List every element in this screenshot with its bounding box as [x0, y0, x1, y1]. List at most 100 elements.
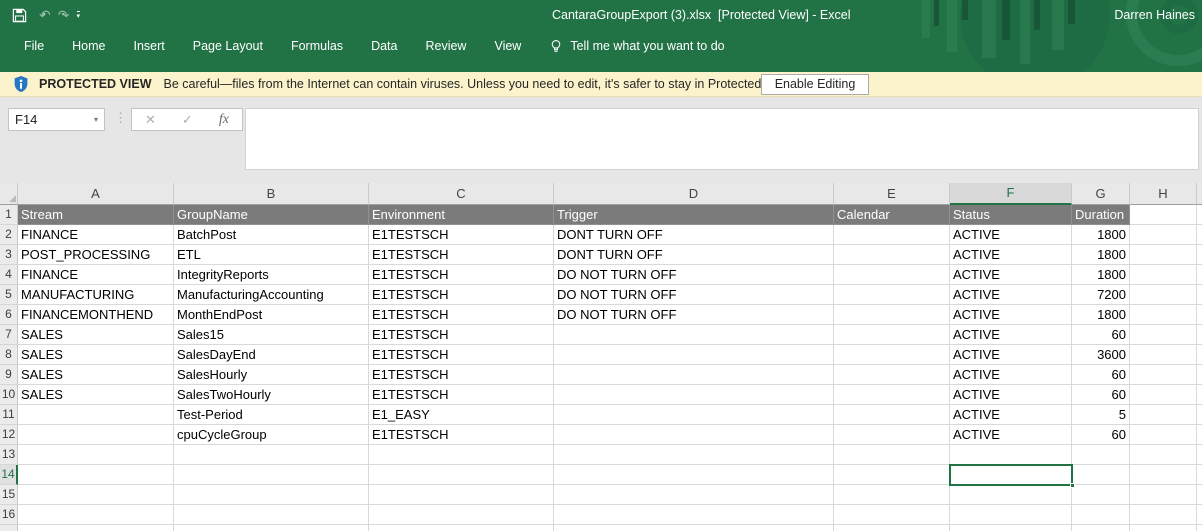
cell-G4[interactable]: 1800 — [1072, 265, 1130, 285]
row-header-15[interactable]: 15 — [0, 485, 18, 505]
fill-handle[interactable] — [1070, 483, 1075, 488]
cell-B13[interactable] — [174, 445, 369, 465]
tell-me-box[interactable]: Tell me what you want to do — [549, 39, 724, 54]
formula-input[interactable] — [245, 108, 1199, 170]
cell-B6[interactable]: MonthEndPost — [174, 305, 369, 325]
cell-A13[interactable] — [18, 445, 174, 465]
cell-F11[interactable]: ACTIVE — [950, 405, 1072, 425]
cell-G5[interactable]: 7200 — [1072, 285, 1130, 305]
cell-H8[interactable] — [1130, 345, 1197, 365]
cell-E5[interactable] — [834, 285, 950, 305]
row-header-9[interactable]: 9 — [0, 365, 18, 385]
cell-F10[interactable]: ACTIVE — [950, 385, 1072, 405]
selected-cell-F14[interactable] — [949, 464, 1073, 486]
cell-G16[interactable] — [1072, 505, 1130, 525]
tab-review[interactable]: Review — [411, 34, 480, 58]
cell-D1[interactable]: Trigger — [554, 205, 834, 225]
cell-A1[interactable]: Stream — [18, 205, 174, 225]
cell-F3[interactable]: ACTIVE — [950, 245, 1072, 265]
tab-page-layout[interactable]: Page Layout — [179, 34, 277, 58]
cell-B14[interactable] — [174, 465, 369, 485]
cell-H10[interactable] — [1130, 385, 1197, 405]
cell-A14[interactable] — [18, 465, 174, 485]
cell-D7[interactable] — [554, 325, 834, 345]
cell-A10[interactable]: SALES — [18, 385, 174, 405]
cell-D10[interactable] — [554, 385, 834, 405]
row-header-14[interactable]: 14 — [0, 465, 18, 485]
cell-G12[interactable]: 60 — [1072, 425, 1130, 445]
cell-C2[interactable]: E1TESTSCH — [369, 225, 554, 245]
cell-C5[interactable]: E1TESTSCH — [369, 285, 554, 305]
cell-B9[interactable]: SalesHourly — [174, 365, 369, 385]
cell-A6[interactable]: FINANCEMONTHEND — [18, 305, 174, 325]
tab-file[interactable]: File — [10, 34, 58, 58]
cell-B3[interactable]: ETL — [174, 245, 369, 265]
column-header-D[interactable]: D — [554, 183, 834, 205]
tab-view[interactable]: View — [480, 34, 535, 58]
cell-A9[interactable]: SALES — [18, 365, 174, 385]
cell-B12[interactable]: cpuCycleGroup — [174, 425, 369, 445]
cell-A16[interactable] — [18, 505, 174, 525]
cell-E10[interactable] — [834, 385, 950, 405]
row-header-5[interactable]: 5 — [0, 285, 18, 305]
cell-E7[interactable] — [834, 325, 950, 345]
cell-E6[interactable] — [834, 305, 950, 325]
cancel-icon[interactable]: ✕ — [145, 112, 156, 128]
enter-icon[interactable]: ✓ — [182, 112, 193, 128]
cell-G1[interactable]: Duration — [1072, 205, 1130, 225]
tab-formulas[interactable]: Formulas — [277, 34, 357, 58]
cell-E8[interactable] — [834, 345, 950, 365]
row-header-11[interactable]: 11 — [0, 405, 18, 425]
row-header-7[interactable]: 7 — [0, 325, 18, 345]
row-header-partial[interactable] — [0, 525, 18, 531]
cell-E16[interactable] — [834, 505, 950, 525]
signed-in-user[interactable]: Darren Haines — [1114, 0, 1195, 30]
cell-G14[interactable] — [1072, 465, 1130, 485]
cell-E15[interactable] — [834, 485, 950, 505]
cell-E13[interactable] — [834, 445, 950, 465]
cell-C3[interactable]: E1TESTSCH — [369, 245, 554, 265]
cell-C12[interactable]: E1TESTSCH — [369, 425, 554, 445]
cell-F2[interactable]: ACTIVE — [950, 225, 1072, 245]
cell-H4[interactable] — [1130, 265, 1197, 285]
cell-F9[interactable]: ACTIVE — [950, 365, 1072, 385]
cell-E4[interactable] — [834, 265, 950, 285]
row-header-6[interactable]: 6 — [0, 305, 18, 325]
cell-C15[interactable] — [369, 485, 554, 505]
cell-B15[interactable] — [174, 485, 369, 505]
tab-data[interactable]: Data — [357, 34, 411, 58]
insert-function-icon[interactable]: fx — [219, 112, 229, 128]
cell-E9[interactable] — [834, 365, 950, 385]
cell-A4[interactable]: FINANCE — [18, 265, 174, 285]
cell-Gx[interactable] — [1072, 525, 1130, 531]
cell-D16[interactable] — [554, 505, 834, 525]
row-header-13[interactable]: 13 — [0, 445, 18, 465]
cell-G8[interactable]: 3600 — [1072, 345, 1130, 365]
cell-E2[interactable] — [834, 225, 950, 245]
cell-C7[interactable]: E1TESTSCH — [369, 325, 554, 345]
cell-H13[interactable] — [1130, 445, 1197, 465]
cell-G11[interactable]: 5 — [1072, 405, 1130, 425]
column-header-C[interactable]: C — [369, 183, 554, 205]
cell-C9[interactable]: E1TESTSCH — [369, 365, 554, 385]
cell-C4[interactable]: E1TESTSCH — [369, 265, 554, 285]
cell-H12[interactable] — [1130, 425, 1197, 445]
cell-C6[interactable]: E1TESTSCH — [369, 305, 554, 325]
cell-B7[interactable]: Sales15 — [174, 325, 369, 345]
cell-A7[interactable]: SALES — [18, 325, 174, 345]
cell-H14[interactable] — [1130, 465, 1197, 485]
cell-A5[interactable]: MANUFACTURING — [18, 285, 174, 305]
cell-H2[interactable] — [1130, 225, 1197, 245]
row-header-4[interactable]: 4 — [0, 265, 18, 285]
cell-H15[interactable] — [1130, 485, 1197, 505]
customize-quick-access-toolbar-icon[interactable]: ▾ — [77, 11, 81, 20]
cell-E3[interactable] — [834, 245, 950, 265]
cell-D4[interactable]: DO NOT TURN OFF — [554, 265, 834, 285]
cell-F8[interactable]: ACTIVE — [950, 345, 1072, 365]
cell-F15[interactable] — [950, 485, 1072, 505]
cell-H7[interactable] — [1130, 325, 1197, 345]
cell-F13[interactable] — [950, 445, 1072, 465]
cell-B2[interactable]: BatchPost — [174, 225, 369, 245]
cell-C11[interactable]: E1_EASY — [369, 405, 554, 425]
cell-Fx[interactable] — [950, 525, 1072, 531]
